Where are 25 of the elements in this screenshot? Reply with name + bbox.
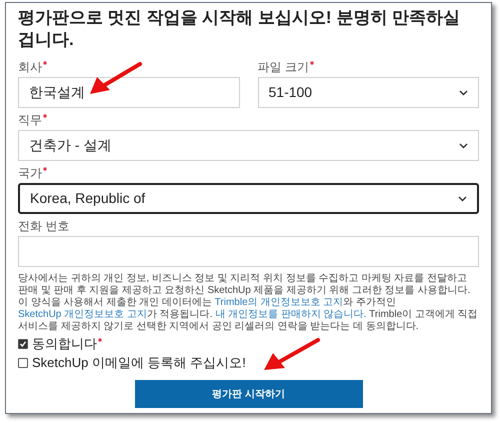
- chevron-down-icon: [459, 90, 468, 96]
- field-label: 직무: [18, 112, 479, 128]
- chevron-down-icon: [458, 196, 467, 202]
- dropdown-field[interactable]: 51-100: [258, 77, 479, 108]
- start-trial-button[interactable]: 평가판 시작하기: [134, 380, 362, 408]
- field-label: 전화 번호: [18, 218, 70, 234]
- dropdown-field[interactable]: 건축가 - 설계: [18, 130, 479, 161]
- input-field[interactable]: [18, 236, 479, 267]
- privacy-link[interactable]: 내 개인정보를 판매하지 않습니다.: [215, 309, 366, 320]
- field-label: 파일 크기: [258, 59, 479, 75]
- dropdown-field[interactable]: Korea, Republic of: [18, 183, 479, 214]
- annotation-arrow: [264, 338, 320, 370]
- checkbox-label: SketchUp 이메일에 등록해 주십시오!: [32, 355, 246, 371]
- chevron-down-icon: [459, 142, 468, 148]
- checkbox-label: 동의합니다: [32, 336, 97, 352]
- consent-paragraph: 당사에서는 귀하의 개인 정보, 비즈니스 정보 및 지리적 위치 정보를 수집하고 마케팅 자료를 전달하고 판매 및 판매 후 지원을 제공하고 요청하신 SketchUp 제품을 제공하기 위해 그러한 정보를 사용합니다. 이 양식을 사용해서 제출한 개인 데이터에는 Trimble의 개인정보보호 고지와 주가적인 SketchUp 개인정보보호 고지가 적용됩니다. 내 개인정보를 판매하지 않습니다. Trimble이 고객에게 직접 서비스를 제공하지 않기로 선택한 지역에서 공인 리셀러의 연락을 받는다는 데 동의합니다.: [18, 273, 479, 333]
- form-heading: 평가판으로 멋진 작업을 시작해 보십시오! 분명히 만족하실 겁니다.: [18, 7, 461, 51]
- field-label: 회사: [18, 59, 240, 75]
- input-field[interactable]: 한국설계: [18, 77, 240, 108]
- annotation-arrow: [90, 62, 142, 94]
- field-label: 국가: [18, 165, 479, 181]
- checkbox[interactable]: [18, 358, 28, 368]
- privacy-link[interactable]: Trimble의 개인정보보호 고지: [214, 297, 344, 308]
- privacy-link[interactable]: SketchUp 개인정보보호 고지: [18, 309, 147, 320]
- checkbox[interactable]: [18, 339, 28, 349]
